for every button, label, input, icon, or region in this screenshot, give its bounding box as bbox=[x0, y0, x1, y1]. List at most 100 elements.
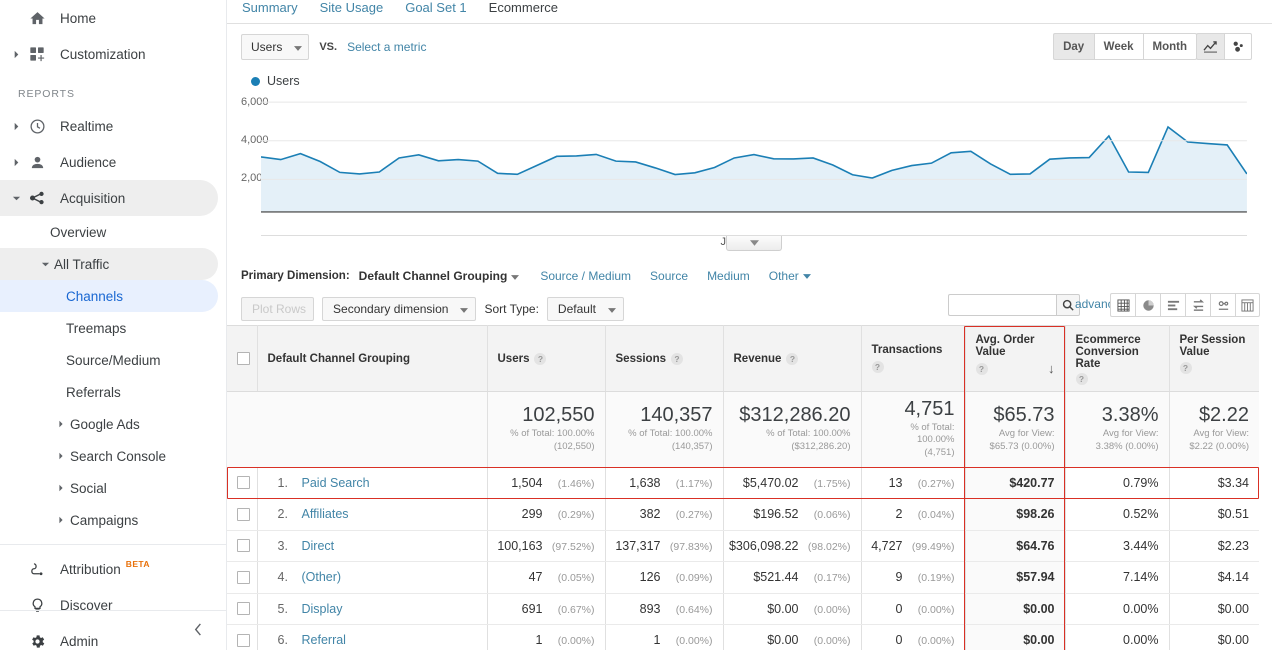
sidebar-item-treemaps[interactable]: Treemaps bbox=[0, 312, 218, 344]
secondary-dimension-button[interactable]: Secondary dimension bbox=[322, 296, 477, 321]
row-checkbox[interactable] bbox=[237, 539, 250, 553]
help-icon[interactable]: ? bbox=[671, 352, 683, 365]
tab-site-usage[interactable]: Site Usage bbox=[320, 0, 384, 16]
chevron-right-icon[interactable] bbox=[8, 46, 24, 62]
attribution-icon bbox=[24, 561, 50, 578]
row-channel-link[interactable]: Display bbox=[302, 602, 343, 616]
sidebar-item-home[interactable]: Home bbox=[0, 0, 218, 36]
column-header-channel-grouping[interactable]: Default Channel Grouping bbox=[257, 325, 488, 392]
column-header-revenue[interactable]: Revenue ? bbox=[723, 325, 862, 392]
column-header-avg-order-value[interactable]: Avg. Order Value ? ↓ bbox=[965, 325, 1066, 392]
comparison-view-icon[interactable] bbox=[1185, 293, 1210, 317]
sidebar-item-all-traffic[interactable]: All Traffic bbox=[0, 248, 218, 280]
performance-view-icon[interactable] bbox=[1160, 293, 1185, 317]
help-icon[interactable]: ? bbox=[786, 352, 799, 365]
sidebar-item-realtime[interactable]: Realtime bbox=[0, 108, 218, 144]
dimension-link-medium[interactable]: Medium bbox=[707, 269, 750, 283]
table-row: 5. Display 691 (0.67%) 893 (0.64%) $0.00 (0.00%… bbox=[227, 593, 1259, 626]
line-chart-icon[interactable] bbox=[1196, 33, 1224, 60]
table-header: Default Channel Grouping Users ? Session… bbox=[227, 325, 1259, 392]
granularity-day-button[interactable]: Day bbox=[1052, 33, 1094, 60]
table-view-icon[interactable] bbox=[1110, 293, 1135, 317]
help-icon[interactable]: ? bbox=[1075, 373, 1088, 385]
sidebar-item-referrals[interactable]: Referrals bbox=[0, 376, 218, 408]
sidebar-item-campaigns[interactable]: Campaigns bbox=[0, 504, 218, 536]
slider-handle[interactable] bbox=[726, 236, 782, 251]
sidebar-item-overview[interactable]: Overview bbox=[0, 216, 218, 248]
chevron-down-icon bbox=[511, 269, 520, 283]
column-header-ecommerce-conversion-rate[interactable]: Ecommerce Conversion Rate ? bbox=[1065, 325, 1170, 392]
pie-view-icon[interactable] bbox=[1135, 293, 1160, 317]
help-icon[interactable]: ? bbox=[534, 352, 547, 365]
primary-dimension-active[interactable]: Default Channel Grouping bbox=[359, 269, 520, 283]
chart-plot-area: 6,000 4,000 2,000 bbox=[241, 92, 1247, 234]
select-a-metric-link[interactable]: Select a metric bbox=[347, 40, 426, 54]
dimension-link-other[interactable]: Other bbox=[769, 269, 811, 283]
table-header-row: Default Channel Grouping Users ? Session… bbox=[227, 325, 1259, 392]
cell-avg-order-value: $0.00 bbox=[965, 593, 1066, 626]
sidebar-item-source-medium[interactable]: Source/Medium bbox=[0, 344, 218, 376]
column-header-transactions[interactable]: Transactions ? bbox=[861, 325, 966, 392]
chevron-right-icon[interactable] bbox=[8, 118, 24, 134]
sidebar-item-acquisition[interactable]: Acquisition bbox=[0, 180, 218, 216]
sidebar-collapse-button[interactable] bbox=[0, 610, 226, 650]
sidebar-subitem-label: Referrals bbox=[66, 384, 121, 400]
sidebar-item-social[interactable]: Social bbox=[0, 472, 218, 504]
totals-value: $312,286.20 bbox=[739, 403, 851, 426]
vs-label: VS. bbox=[319, 41, 338, 53]
table-row: 3. Direct 100,163 (97.52%) 137,317 (97.83%) $3… bbox=[227, 530, 1259, 563]
sidebar-item-channels[interactable]: Channels bbox=[0, 280, 218, 312]
dimension-link-source-medium[interactable]: Source / Medium bbox=[540, 269, 631, 283]
metric-select[interactable]: Users bbox=[241, 34, 310, 60]
row-channel-link[interactable]: Affiliates bbox=[302, 507, 349, 521]
search-input[interactable] bbox=[948, 294, 1056, 316]
acquisition-icon bbox=[24, 189, 50, 207]
granularity-month-button[interactable]: Month bbox=[1142, 33, 1197, 60]
cell-sessions: 1 (0.00%) bbox=[605, 624, 724, 650]
dimension-link-source[interactable]: Source bbox=[650, 269, 688, 283]
row-channel-link[interactable]: Paid Search bbox=[302, 476, 370, 490]
cell-per-session-value: $4.14 bbox=[1169, 561, 1259, 594]
chevron-right-icon[interactable] bbox=[8, 154, 24, 170]
sidebar-item-attribution[interactable]: Attribution BETA bbox=[0, 551, 218, 587]
plot-rows-button[interactable]: Plot Rows bbox=[241, 296, 315, 321]
select-all-checkbox[interactable] bbox=[237, 352, 250, 365]
table-row: 1. Paid Search 1,504 (1.46%) 1,638 (1.17%) $5,… bbox=[227, 467, 1259, 500]
chevron-down-icon[interactable] bbox=[8, 190, 24, 206]
sidebar-item-google-ads[interactable]: Google Ads bbox=[0, 408, 218, 440]
row-channel-link[interactable]: Direct bbox=[302, 539, 335, 553]
tab-goal-set-1[interactable]: Goal Set 1 bbox=[405, 0, 466, 16]
row-checkbox[interactable] bbox=[237, 602, 250, 616]
sidebar-item-audience[interactable]: Audience bbox=[0, 144, 218, 180]
cell-revenue: $0.00 (0.00%) bbox=[723, 624, 862, 650]
column-header-users[interactable]: Users ? bbox=[487, 325, 606, 392]
row-channel-link[interactable]: (Other) bbox=[302, 570, 342, 584]
sidebar-item-search-console[interactable]: Search Console bbox=[0, 440, 218, 472]
chart-date-slider[interactable] bbox=[261, 235, 1247, 257]
tab-summary[interactable]: Summary bbox=[242, 0, 298, 16]
row-checkbox[interactable] bbox=[237, 570, 250, 584]
channels-table: Default Channel Grouping Users ? Session… bbox=[227, 325, 1259, 650]
motion-chart-icon[interactable] bbox=[1224, 33, 1252, 60]
sidebar-item-customization[interactable]: Customization bbox=[0, 36, 218, 72]
granularity-week-button[interactable]: Week bbox=[1093, 33, 1143, 60]
help-icon[interactable]: ? bbox=[975, 362, 988, 375]
sort-descending-icon[interactable]: ↓ bbox=[1048, 361, 1055, 376]
pivot-view-icon[interactable] bbox=[1235, 293, 1260, 317]
tab-ecommerce[interactable]: Ecommerce bbox=[489, 0, 558, 16]
row-name-cell: 1. Paid Search bbox=[257, 467, 488, 500]
row-channel-link[interactable]: Referral bbox=[302, 633, 346, 647]
help-icon[interactable]: ? bbox=[1179, 362, 1192, 374]
sidebar-item-label: Realtime bbox=[60, 118, 114, 134]
row-checkbox[interactable] bbox=[237, 476, 250, 490]
help-icon[interactable]: ? bbox=[871, 361, 884, 373]
cell-sessions: 893 (0.64%) bbox=[605, 593, 724, 626]
row-checkbox[interactable] bbox=[237, 507, 250, 521]
term-cloud-icon[interactable] bbox=[1210, 293, 1235, 317]
column-header-sessions[interactable]: Sessions ? bbox=[605, 325, 724, 392]
row-checkbox[interactable] bbox=[237, 633, 250, 647]
column-header-per-session-value[interactable]: Per Session Value ? bbox=[1169, 325, 1259, 392]
sort-type-select[interactable]: Default bbox=[546, 296, 624, 321]
row-name-cell: 5. Display bbox=[257, 593, 488, 626]
